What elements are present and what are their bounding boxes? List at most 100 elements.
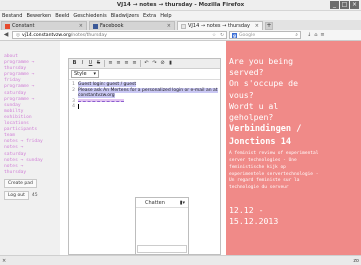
minimize-button[interactable]: _ xyxy=(330,1,339,9)
hero-question: Are you being xyxy=(229,56,294,66)
chat-title: Chatten xyxy=(145,199,165,206)
menu-icon[interactable]: ≡ xyxy=(320,32,324,38)
menu-bladwijzers[interactable]: Bladwijzers xyxy=(111,13,139,19)
tab-vj14-notes-thursday[interactable]: VJ14 → notes → thursday × xyxy=(177,21,263,30)
search-icon[interactable]: ⌕ xyxy=(295,32,300,39)
undo-icon[interactable]: ↶ xyxy=(143,60,150,67)
close-findbar-icon[interactable]: × xyxy=(2,258,6,264)
page-favicon-icon xyxy=(181,23,186,29)
url-domain: vj14.constantvzw.org xyxy=(22,32,71,38)
clear-authorship-icon[interactable]: ⊘ xyxy=(159,60,166,67)
text-cursor xyxy=(78,104,79,109)
line-text: Please ask An Mertens for a personalized… xyxy=(78,87,218,98)
ordered-list-icon[interactable]: ≡ xyxy=(107,60,114,67)
close-window-button[interactable]: × xyxy=(350,1,359,9)
event-date: 15.12.2013 xyxy=(229,216,279,227)
create-pad-button[interactable]: Create pad xyxy=(4,178,37,188)
url-path: /notes/thursday xyxy=(70,32,107,38)
constant-favicon-icon xyxy=(5,23,10,29)
menu-bar: Bestand Bewerken Beeld Geschiedenis Blad… xyxy=(0,11,361,20)
unordered-list-icon[interactable]: ≡ xyxy=(115,60,122,67)
tab-facebook[interactable]: Facebook × xyxy=(89,21,175,30)
close-tab-icon[interactable]: × xyxy=(79,23,83,29)
tab-label: Constant xyxy=(12,23,35,29)
reload-icon[interactable]: ↻ xyxy=(220,32,226,39)
line-text xyxy=(78,98,124,102)
search-bar[interactable]: g Google ⌕ xyxy=(229,31,301,39)
window-title: VJ14 → notes → thursday - Mozilla Firefo… xyxy=(116,2,245,8)
url-bar[interactable]: ◎ vj14.constantvzw.org/notes/thursday ☆ … xyxy=(12,31,227,39)
hero-question: On s'occupe de xyxy=(229,78,299,89)
new-tab-button[interactable]: + xyxy=(265,22,273,30)
nav-notes-thursday-cont[interactable]: thursday xyxy=(4,170,60,176)
status-bar: × zo xyxy=(0,255,361,265)
event-description: A feminist review of experimental server… xyxy=(229,151,319,191)
user-count: 45 xyxy=(31,192,38,198)
italic-button[interactable]: I xyxy=(79,60,86,67)
window-controls: _ □ × xyxy=(330,1,359,9)
home-icon[interactable]: ⌂ xyxy=(314,32,317,38)
hero-panel: Are you being served? On s'occupe de vou… xyxy=(226,41,361,255)
chat-menu-icon[interactable]: ▮▾ xyxy=(180,200,185,206)
search-placeholder: Google xyxy=(239,32,256,38)
pad-line: 4 xyxy=(69,104,220,112)
menu-help[interactable]: Help xyxy=(160,13,171,19)
redo-icon[interactable]: ↷ xyxy=(151,60,158,67)
line-text: Guest login: guest / guest xyxy=(78,82,137,87)
menu-bewerken[interactable]: Bewerken xyxy=(26,13,51,19)
maximize-button[interactable]: □ xyxy=(340,1,349,9)
hero-question: served? xyxy=(229,67,264,78)
facebook-favicon-icon xyxy=(93,23,98,29)
outdent-icon[interactable]: ≡ xyxy=(131,60,138,67)
close-tab-icon[interactable]: × xyxy=(255,23,259,29)
tab-constant[interactable]: Constant × xyxy=(1,21,87,30)
toolbar-buttons: ↓ ⌂ ≡ xyxy=(307,32,325,38)
chat-input[interactable] xyxy=(137,245,187,253)
event-title: Jonctions 14 xyxy=(229,136,292,147)
pad-editor: B I U S ≡ ≡ ≡ ≡ ↶ ↷ ⊘ ▮ Style ▾ 1 Guest … xyxy=(68,58,221,255)
back-arrow-icon[interactable]: ◀ xyxy=(2,31,10,39)
event-date: 12.12 - xyxy=(229,205,264,215)
tab-label: VJ14 → notes → thursday xyxy=(188,23,251,29)
toolbar-divider xyxy=(104,60,105,67)
addon-bar-item: zo xyxy=(353,257,359,264)
event-title: Verbindingen / xyxy=(229,124,302,135)
page-content: about programme → thursday programme → f… xyxy=(0,41,361,255)
indent-icon[interactable]: ≡ xyxy=(123,60,130,67)
hero-question: geholpen? xyxy=(229,112,274,123)
tab-label: Facebook xyxy=(100,23,124,29)
line-number: 2 xyxy=(72,87,75,93)
close-tab-icon[interactable]: × xyxy=(167,23,171,29)
hero-question: vous? xyxy=(229,89,254,100)
chat-panel: Chatten ▮▾ xyxy=(135,197,189,255)
sidebar-buttons: Create pad Log out 45 xyxy=(4,178,60,200)
hero-question: Wordt u al xyxy=(229,100,279,111)
style-select[interactable]: Style ▾ xyxy=(71,70,99,78)
chat-header[interactable]: Chatten ▮▾ xyxy=(136,198,188,208)
log-out-button[interactable]: Log out xyxy=(4,190,29,200)
line-number: 4 xyxy=(72,104,75,109)
pad-line: 2 Please ask An Mertens for a personaliz… xyxy=(69,87,220,99)
menu-extra[interactable]: Extra xyxy=(143,13,156,19)
editor-toolbar: B I U S ≡ ≡ ≡ ≡ ↶ ↷ ⊘ ▮ xyxy=(69,59,220,69)
pad-content[interactable]: 1 Guest login: guest / guest 2 Please as… xyxy=(69,80,220,112)
star-icon[interactable]: ☆ xyxy=(212,32,218,39)
menu-beeld[interactable]: Beeld xyxy=(55,13,69,19)
navigation-bar: ◀ ◎ vj14.constantvzw.org/notes/thursday … xyxy=(0,30,361,41)
import-export-icon[interactable]: ▮ xyxy=(167,60,174,67)
tab-bar: Constant × Facebook × VJ14 → notes → thu… xyxy=(0,20,361,30)
bold-button[interactable]: B xyxy=(71,60,78,67)
style-bar: Style ▾ xyxy=(69,69,220,80)
style-select-value: Style xyxy=(74,71,87,77)
window-titlebar: VJ14 → notes → thursday - Mozilla Firefo… xyxy=(0,0,361,11)
downloads-icon[interactable]: ↓ xyxy=(307,32,311,38)
globe-icon: ◎ xyxy=(16,32,21,38)
strikethrough-button[interactable]: S xyxy=(95,60,102,67)
menu-geschiedenis[interactable]: Geschiedenis xyxy=(73,13,106,19)
sidebar: about programme → thursday programme → f… xyxy=(0,41,60,255)
underline-button[interactable]: U xyxy=(87,60,94,67)
google-icon: g xyxy=(232,32,237,38)
chevron-down-icon: ▾ xyxy=(93,71,96,77)
toolbar-divider xyxy=(140,60,141,67)
menu-bestand[interactable]: Bestand xyxy=(2,13,22,19)
